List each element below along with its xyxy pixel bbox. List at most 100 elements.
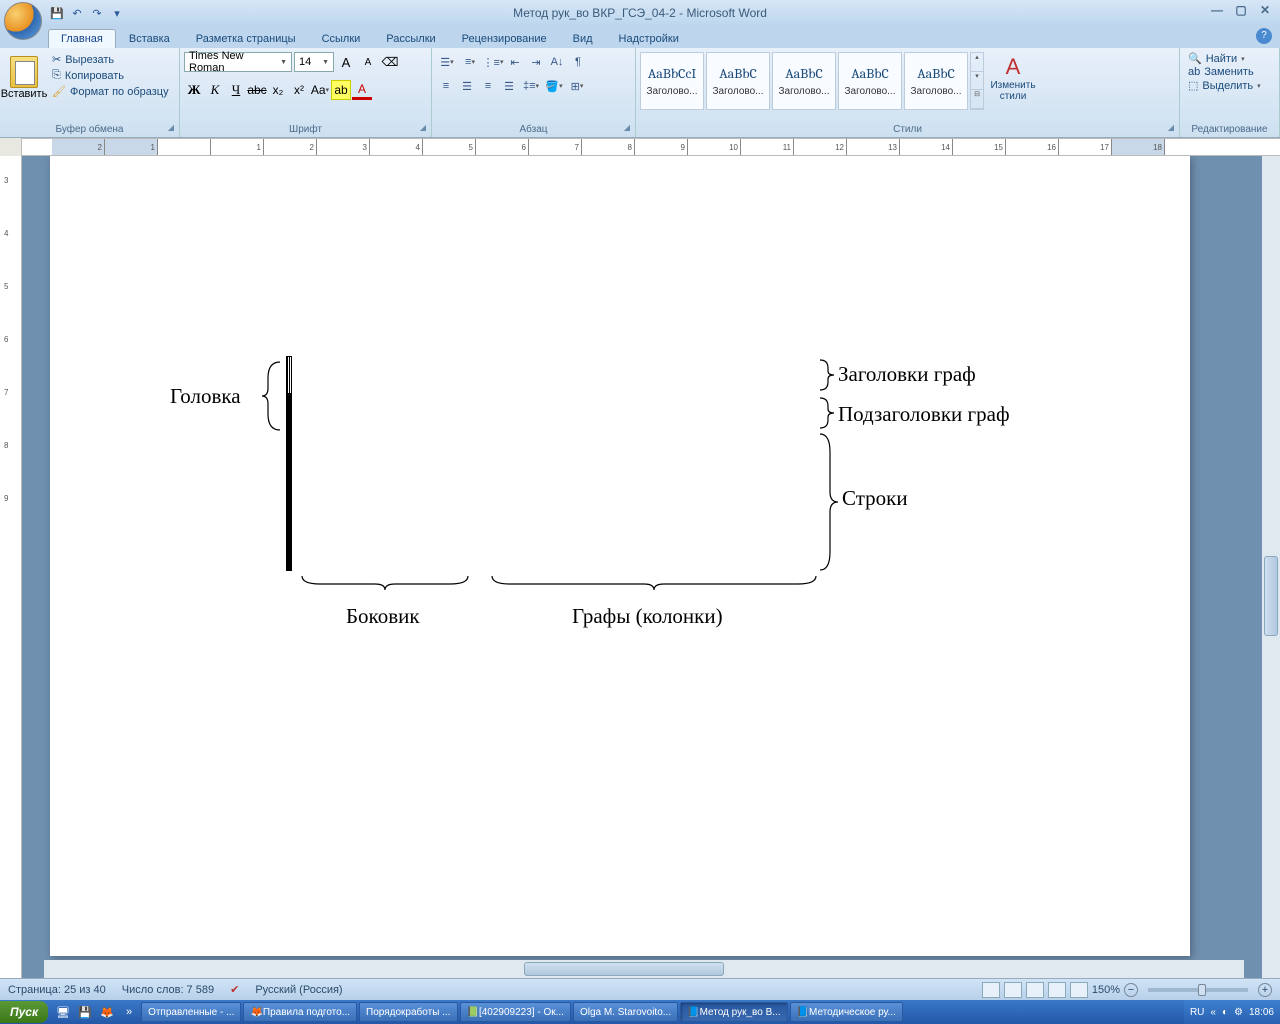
paragraph-launcher[interactable]: ◢	[621, 123, 633, 135]
horizontal-scrollbar[interactable]	[44, 960, 1244, 978]
font-color-button[interactable]: A	[352, 80, 372, 100]
line-spacing-button[interactable]: ‡≡▾	[520, 76, 542, 96]
web-view[interactable]	[1026, 982, 1044, 998]
font-name-dropdown[interactable]: Times New Roman▼	[184, 52, 292, 72]
style-item-4[interactable]: AaBbCЗаголово...	[838, 52, 902, 110]
ql-save-icon[interactable]: 💾	[75, 1002, 95, 1022]
zoom-slider[interactable]	[1148, 988, 1248, 992]
fullscreen-view[interactable]	[1004, 982, 1022, 998]
close-button[interactable]: ✕	[1254, 2, 1276, 18]
ql-desktop-icon[interactable]: 🖥	[53, 1002, 73, 1022]
underline-button[interactable]: Ч	[226, 80, 246, 100]
tab-home[interactable]: Главная	[48, 29, 116, 48]
style-item-1[interactable]: AaBbCcIЗаголово...	[640, 52, 704, 110]
office-button[interactable]	[4, 2, 42, 40]
format-painter-button[interactable]: 🖌Формат по образцу	[48, 84, 173, 99]
document-viewport[interactable]: Головка Заголовки граф Подзаголовки граф…	[22, 156, 1262, 978]
zoom-out-button[interactable]: −	[1124, 983, 1138, 997]
task-item-4[interactable]: 📗[402909223] - Ок...	[460, 1002, 571, 1022]
task-item-5[interactable]: Olga M. Starovoito...	[573, 1002, 678, 1022]
replace-button[interactable]: abЗаменить	[1188, 66, 1271, 78]
font-size-dropdown[interactable]: 14▼	[294, 52, 334, 72]
italic-button[interactable]: К	[205, 80, 225, 100]
tab-references[interactable]: Ссылки	[309, 29, 374, 48]
save-icon[interactable]: 💾	[48, 4, 66, 22]
tab-addins[interactable]: Надстройки	[606, 29, 692, 48]
borders-button[interactable]: ⊞▾	[566, 76, 588, 96]
task-item-6-active[interactable]: 📘Метод рук_во В...	[680, 1002, 787, 1022]
increase-indent-button[interactable]: ⇥	[526, 52, 546, 72]
print-layout-view[interactable]	[982, 982, 1000, 998]
change-styles-button[interactable]: A Изменить стили	[988, 52, 1038, 102]
minimize-button[interactable]: —	[1206, 2, 1228, 18]
task-item-3[interactable]: Порядокработы ...	[359, 1002, 457, 1022]
zoom-value[interactable]: 150%	[1092, 984, 1120, 996]
tray-clock[interactable]: 18:06	[1249, 1007, 1274, 1018]
hscroll-thumb[interactable]	[524, 962, 724, 976]
justify-button[interactable]: ☰	[499, 76, 519, 96]
tray-icon-2[interactable]: ⚙	[1234, 1007, 1243, 1018]
tray-expand-icon[interactable]: «	[1210, 1007, 1216, 1018]
shading-button[interactable]: 🪣▾	[543, 76, 565, 96]
horizontal-ruler[interactable]: 21 123456789101112131415161718	[22, 138, 1280, 156]
zoom-in-button[interactable]: +	[1258, 983, 1272, 997]
copy-button[interactable]: ⎘Копировать	[48, 68, 173, 83]
styles-scroll[interactable]: ▴▾⊟	[970, 52, 984, 110]
align-right-button[interactable]: ≡	[478, 76, 498, 96]
draft-view[interactable]	[1070, 982, 1088, 998]
subscript-button[interactable]: x₂	[268, 80, 288, 100]
tab-layout[interactable]: Разметка страницы	[183, 29, 309, 48]
redo-icon[interactable]: ↷	[88, 4, 106, 22]
vertical-scrollbar[interactable]	[1262, 156, 1280, 978]
clipboard-launcher[interactable]: ◢	[165, 123, 177, 135]
ql-more-icon[interactable]: »	[119, 1002, 139, 1022]
vscroll-thumb[interactable]	[1264, 556, 1278, 636]
task-item-7[interactable]: 📘Методическое ру...	[790, 1002, 903, 1022]
strike-button[interactable]: abc	[247, 80, 267, 100]
paste-button[interactable]: Вставить	[4, 52, 44, 100]
tab-review[interactable]: Рецензирование	[449, 29, 560, 48]
style-item-2[interactable]: AaBbCЗаголово...	[706, 52, 770, 110]
decrease-indent-button[interactable]: ⇤	[505, 52, 525, 72]
tab-mailings[interactable]: Рассылки	[373, 29, 448, 48]
find-button[interactable]: 🔍Найти▾	[1188, 52, 1271, 65]
ql-firefox-icon[interactable]: 🦊	[97, 1002, 117, 1022]
highlight-button[interactable]: ab	[331, 80, 351, 100]
qat-customize-icon[interactable]: ▾	[108, 4, 126, 22]
document-page[interactable]: Головка Заголовки граф Подзаголовки граф…	[50, 156, 1190, 956]
tab-insert[interactable]: Вставка	[116, 29, 183, 48]
start-button[interactable]: Пуск	[0, 1001, 48, 1023]
tray-language[interactable]: RU	[1190, 1007, 1204, 1018]
superscript-button[interactable]: x²	[289, 80, 309, 100]
tray-icon-1[interactable]: ◐	[1222, 1007, 1228, 1018]
tab-view[interactable]: Вид	[560, 29, 606, 48]
proofing-icon[interactable]: ✔	[230, 983, 239, 996]
align-center-button[interactable]: ☰	[457, 76, 477, 96]
bullets-button[interactable]: ☰▾	[436, 52, 458, 72]
select-button[interactable]: ⬚Выделить▾	[1188, 79, 1271, 92]
align-left-button[interactable]: ≡	[436, 76, 456, 96]
task-item-2[interactable]: 🦊Правила подгото...	[243, 1002, 357, 1022]
status-language[interactable]: Русский (Россия)	[255, 984, 342, 996]
numbering-button[interactable]: ≡▾	[459, 52, 481, 72]
cut-button[interactable]: ✂Вырезать	[48, 52, 173, 67]
status-page[interactable]: Страница: 25 из 40	[8, 984, 106, 996]
help-button[interactable]: ?	[1256, 28, 1272, 44]
outline-view[interactable]	[1048, 982, 1066, 998]
status-words[interactable]: Число слов: 7 589	[122, 984, 214, 996]
multilevel-button[interactable]: ⋮≡▾	[482, 52, 504, 72]
show-paragraph-button[interactable]: ¶	[568, 52, 588, 72]
sort-button[interactable]: A↓	[547, 52, 567, 72]
font-launcher[interactable]: ◢	[417, 123, 429, 135]
task-item-1[interactable]: Отправленные - ...	[141, 1002, 241, 1022]
style-item-5[interactable]: AaBbCЗаголово...	[904, 52, 968, 110]
vertical-ruler[interactable]: 3 4 5 6 7 8 9	[0, 156, 22, 978]
change-case-button[interactable]: Aa▾	[310, 80, 330, 100]
maximize-button[interactable]: ▢	[1230, 2, 1252, 18]
style-item-3[interactable]: AaBbCЗаголово...	[772, 52, 836, 110]
undo-icon[interactable]: ↶	[68, 4, 86, 22]
grow-font-button[interactable]: A	[336, 52, 356, 72]
shrink-font-button[interactable]: A	[358, 52, 378, 72]
styles-launcher[interactable]: ◢	[1165, 123, 1177, 135]
clear-format-button[interactable]: ⌫	[380, 52, 400, 72]
